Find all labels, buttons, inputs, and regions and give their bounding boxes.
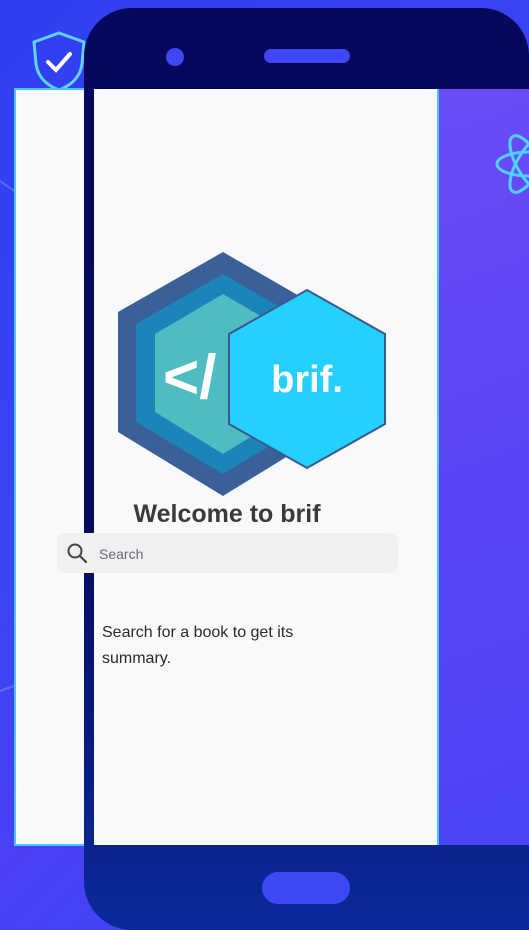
brif-logo: </ brif.: [118, 252, 386, 496]
atom-icon: [495, 134, 529, 194]
front-camera: [166, 48, 184, 66]
earpiece-speaker: [264, 49, 350, 63]
search-hint-text: Search for a book to get its summary.: [102, 624, 294, 667]
home-button[interactable]: [262, 872, 350, 904]
search-bar[interactable]: [57, 533, 398, 575]
welcome-title: Welcome to brif: [133, 500, 321, 528]
search-icon[interactable]: [67, 543, 87, 563]
search-input[interactable]: [97, 533, 391, 575]
shield-icon: [32, 31, 86, 92]
logo-code-glyph: </: [163, 343, 216, 412]
background-phone-screen: [14, 88, 86, 846]
logo-wordmark: brif.: [271, 359, 343, 401]
background-panel: [439, 89, 529, 845]
